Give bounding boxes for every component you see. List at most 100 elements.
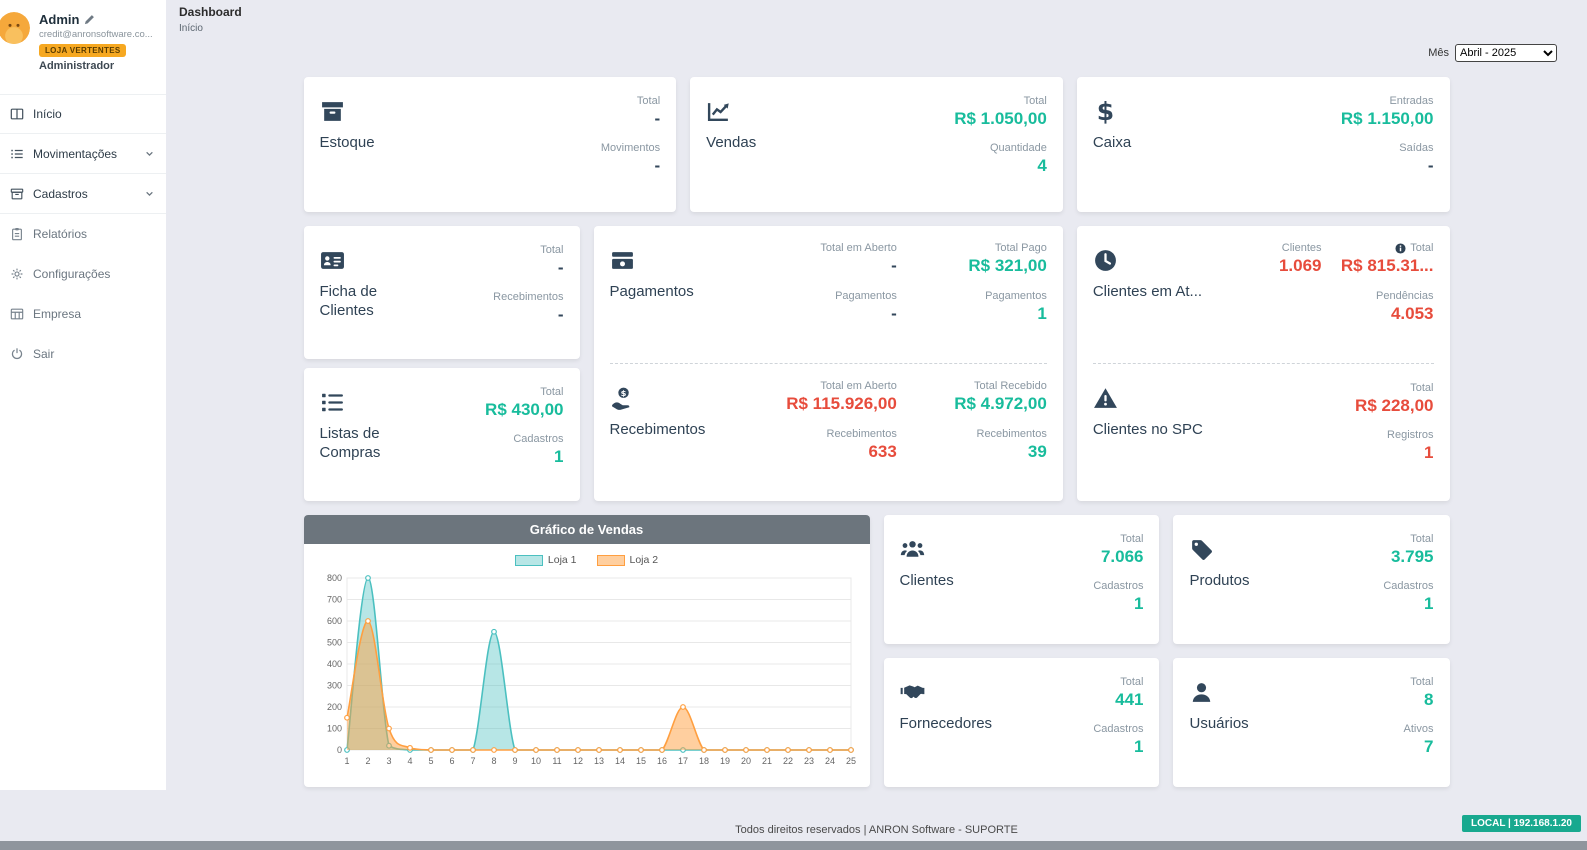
svg-text:3: 3 <box>386 756 391 766</box>
dashboard-grid: Estoque Total - Movimentos - Vendas Tota… <box>304 77 1450 787</box>
stat-value: 1 <box>1383 595 1433 614</box>
tag-icon <box>1189 537 1214 562</box>
svg-text:6: 6 <box>449 756 454 766</box>
stat-label: Pagamentos <box>820 290 896 302</box>
users-icon <box>900 537 925 562</box>
sales-chart: 0100200300400500600700800123456789101112… <box>316 568 858 774</box>
sidebar-item-movimentacoes[interactable]: Movimentações <box>0 134 166 174</box>
stat-value: 4 <box>990 157 1047 176</box>
sidebar-item-label: Movimentações <box>33 147 117 161</box>
card-title: Caixa <box>1093 134 1131 153</box>
svg-text:12: 12 <box>572 756 582 766</box>
svg-text:600: 600 <box>326 616 341 626</box>
info-icon[interactable] <box>1395 243 1406 254</box>
sidebar-item-label: Empresa <box>33 307 81 321</box>
stat-label: Saídas <box>1399 142 1433 154</box>
svg-text:100: 100 <box>326 724 341 734</box>
stat-label: Total Recebido <box>897 380 1047 392</box>
stat-value: 7.066 <box>1101 548 1144 567</box>
handshake-icon <box>900 680 925 705</box>
stat-value: - <box>637 110 660 129</box>
local-ip-badge: LOCAL | 192.168.1.20 <box>1462 815 1581 832</box>
svg-text:1: 1 <box>344 756 349 766</box>
legend-label: Loja 2 <box>630 554 659 566</box>
clock-icon <box>1093 248 1118 273</box>
stat-value: 1 <box>897 305 1047 324</box>
stat-label: Recebimentos <box>897 428 1047 440</box>
section-pagamentos: Pagamentos Total em Aberto - Total Pago … <box>594 226 1063 363</box>
sidebar-item-relatorios[interactable]: Relatórios <box>0 214 166 254</box>
archive-box-icon <box>320 99 345 124</box>
stacked-cards-column: Ficha de Clientes Total - Recebimentos - <box>304 226 580 501</box>
user-icon <box>1189 680 1214 705</box>
svg-text:21: 21 <box>761 756 771 766</box>
stat-label: Recebimentos <box>786 428 897 440</box>
chevron-down-icon <box>143 187 156 200</box>
stat-value: - <box>601 157 660 176</box>
svg-text:16: 16 <box>656 756 666 766</box>
section-clientes-atraso: Clientes em At... Clientes 1.069 Total <box>1077 226 1450 363</box>
stat-value: 633 <box>786 443 897 462</box>
card-title: Clientes <box>900 572 954 591</box>
svg-text:19: 19 <box>719 756 729 766</box>
sidebar-item-label: Configurações <box>33 267 110 281</box>
svg-text:10: 10 <box>530 756 540 766</box>
stat-label: Quantidade <box>990 142 1047 154</box>
stat-value: 39 <box>897 443 1047 462</box>
legend-swatch <box>515 555 543 566</box>
stat-value: R$ 321,00 <box>897 257 1047 276</box>
stat-label: Total <box>1410 676 1433 688</box>
sidebar-item-inicio[interactable]: Início <box>0 94 166 134</box>
table-icon <box>10 307 24 321</box>
chart-line-icon <box>706 99 731 124</box>
footer-text: Todos direitos reservados | ANRON Softwa… <box>166 824 1587 836</box>
stat-label: Total <box>1101 533 1144 545</box>
card-listas-compras: Listas de Compras Total R$ 430,00 Cadast… <box>304 368 580 501</box>
sidebar-item-label: Relatórios <box>33 227 87 241</box>
chart-title: Gráfico de Vendas <box>304 515 870 544</box>
stat-value: - <box>1399 157 1433 176</box>
svg-text:300: 300 <box>326 681 341 691</box>
svg-text:22: 22 <box>782 756 792 766</box>
horizontal-scrollbar[interactable] <box>0 841 1587 850</box>
svg-text:8: 8 <box>491 756 496 766</box>
stat-label: Registros <box>1387 429 1433 441</box>
sidebar-item-label: Sair <box>33 347 54 361</box>
user-panel: Admin credit@anronsoftware.co... LOJA VE… <box>0 0 166 82</box>
svg-text:5: 5 <box>428 756 433 766</box>
svg-text:$: $ <box>1097 99 1114 124</box>
edit-profile-icon[interactable] <box>84 14 95 25</box>
sidebar-item-empresa[interactable]: Empresa <box>0 294 166 334</box>
page-title: Dashboard <box>179 5 1587 19</box>
svg-text:24: 24 <box>824 756 834 766</box>
stat-value: 1 <box>1093 595 1143 614</box>
columns-icon <box>10 107 24 121</box>
card-pagamentos-recebimentos: Pagamentos Total em Aberto - Total Pago … <box>594 226 1063 501</box>
stat-value: - <box>540 259 563 278</box>
money-bills-icon <box>610 248 635 273</box>
legend-item[interactable]: Loja 2 <box>597 554 659 566</box>
sidebar-item-configuracoes[interactable]: Configurações <box>0 254 166 294</box>
address-card-icon <box>320 248 345 273</box>
card-vendas: Vendas Total R$ 1.050,00 Quantidade 4 <box>690 77 1063 212</box>
sidebar-item-cadastros[interactable]: Cadastros <box>0 174 166 214</box>
month-select[interactable]: Abril - 2025 <box>1455 44 1557 62</box>
user-role: Administrador <box>39 60 153 72</box>
svg-text:13: 13 <box>593 756 603 766</box>
legend-item[interactable]: Loja 1 <box>515 554 577 566</box>
stat-label: Total <box>1355 382 1433 394</box>
main-content: Dashboard Início Mês Abril - 2025 Estoqu… <box>166 0 1587 787</box>
svg-text:800: 800 <box>326 573 341 583</box>
card-title: Clientes em At... <box>1093 283 1193 302</box>
sidebar-item-sair[interactable]: Sair <box>0 334 166 374</box>
svg-text:0: 0 <box>336 745 341 755</box>
stat-value: R$ 228,00 <box>1355 397 1433 416</box>
stat-value: 7 <box>1404 738 1434 757</box>
chart-legend: Loja 1 Loja 2 <box>316 554 858 566</box>
sidebar-item-label: Cadastros <box>33 187 88 201</box>
stat-value: R$ 430,00 <box>485 401 563 420</box>
user-email: credit@anronsoftware.co... <box>39 29 153 40</box>
power-icon <box>10 347 24 361</box>
stat-label: Total em Aberto <box>786 380 897 392</box>
stat-value: R$ 4.972,00 <box>897 395 1047 414</box>
